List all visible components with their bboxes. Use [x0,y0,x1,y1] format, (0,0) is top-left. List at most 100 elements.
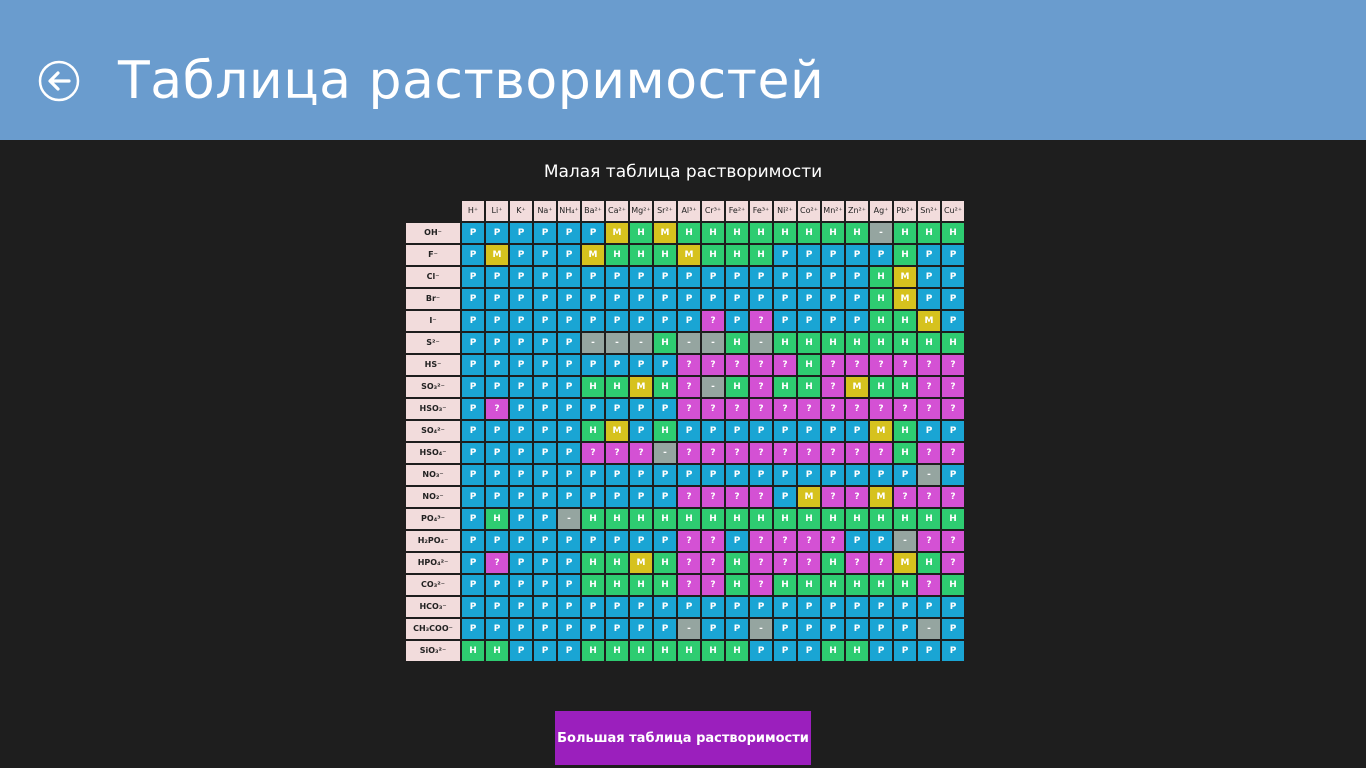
solubility-cell[interactable]: P [557,244,581,266]
solubility-cell[interactable]: - [653,442,677,464]
solubility-cell[interactable]: P [533,486,557,508]
solubility-cell[interactable]: ? [725,398,749,420]
solubility-cell[interactable]: Н [893,442,917,464]
solubility-cell[interactable]: P [941,618,965,640]
solubility-cell[interactable]: P [653,288,677,310]
solubility-cell[interactable]: Н [485,640,509,662]
solubility-cell[interactable]: - [701,376,725,398]
solubility-cell[interactable]: Н [941,574,965,596]
solubility-cell[interactable]: Н [797,354,821,376]
solubility-cell[interactable]: - [629,332,653,354]
solubility-cell[interactable]: P [653,618,677,640]
solubility-cell[interactable]: P [701,266,725,288]
solubility-cell[interactable]: ? [821,376,845,398]
solubility-cell[interactable]: Н [725,222,749,244]
solubility-cell[interactable]: P [749,596,773,618]
solubility-cell[interactable]: P [533,354,557,376]
solubility-cell[interactable]: P [869,640,893,662]
solubility-cell[interactable]: P [557,442,581,464]
solubility-cell[interactable]: P [533,222,557,244]
solubility-cell[interactable]: М [629,376,653,398]
solubility-cell[interactable]: - [917,464,941,486]
solubility-cell[interactable]: ? [845,442,869,464]
solubility-cell[interactable]: ? [845,354,869,376]
solubility-cell[interactable]: P [461,222,485,244]
solubility-cell[interactable]: ? [725,442,749,464]
solubility-cell[interactable]: P [605,486,629,508]
solubility-cell[interactable]: Н [725,574,749,596]
solubility-cell[interactable]: P [893,618,917,640]
solubility-cell[interactable]: Н [845,508,869,530]
solubility-cell[interactable]: Н [773,376,797,398]
solubility-cell[interactable]: ? [917,486,941,508]
solubility-cell[interactable]: P [557,332,581,354]
solubility-cell[interactable]: P [629,420,653,442]
solubility-cell[interactable]: P [941,266,965,288]
solubility-cell[interactable]: Н [869,288,893,310]
solubility-cell[interactable]: P [893,640,917,662]
solubility-cell[interactable]: P [845,244,869,266]
solubility-cell[interactable]: P [845,288,869,310]
solubility-cell[interactable]: ? [917,574,941,596]
solubility-cell[interactable]: Н [629,640,653,662]
solubility-cell[interactable]: P [533,266,557,288]
solubility-cell[interactable]: P [869,596,893,618]
solubility-cell[interactable]: Н [725,332,749,354]
solubility-cell[interactable]: ? [797,530,821,552]
solubility-cell[interactable]: - [557,508,581,530]
solubility-cell[interactable]: М [653,222,677,244]
solubility-cell[interactable]: ? [821,486,845,508]
solubility-cell[interactable]: ? [845,398,869,420]
solubility-cell[interactable]: P [509,486,533,508]
solubility-cell[interactable]: ? [845,552,869,574]
solubility-cell[interactable]: P [533,574,557,596]
solubility-cell[interactable]: Н [749,508,773,530]
solubility-cell[interactable]: Н [893,222,917,244]
solubility-cell[interactable]: P [701,618,725,640]
solubility-cell[interactable]: ? [725,486,749,508]
back-button[interactable] [38,60,80,102]
solubility-cell[interactable]: P [557,310,581,332]
solubility-cell[interactable]: - [677,618,701,640]
solubility-cell[interactable]: P [533,420,557,442]
solubility-cell[interactable]: Н [893,420,917,442]
solubility-cell[interactable]: ? [797,398,821,420]
solubility-cell[interactable]: P [821,310,845,332]
solubility-cell[interactable]: P [557,354,581,376]
solubility-cell[interactable]: P [509,530,533,552]
solubility-cell[interactable]: P [461,442,485,464]
solubility-cell[interactable]: P [485,354,509,376]
solubility-cell[interactable]: ? [605,442,629,464]
solubility-cell[interactable]: Н [797,332,821,354]
solubility-cell[interactable]: P [605,596,629,618]
solubility-cell[interactable]: P [845,464,869,486]
solubility-cell[interactable]: P [557,618,581,640]
solubility-cell[interactable]: P [797,288,821,310]
solubility-cell[interactable]: P [653,464,677,486]
solubility-cell[interactable]: ? [893,486,917,508]
solubility-cell[interactable]: P [773,288,797,310]
solubility-cell[interactable]: P [701,420,725,442]
solubility-cell[interactable]: ? [629,442,653,464]
solubility-cell[interactable]: P [917,244,941,266]
solubility-cell[interactable]: Н [893,244,917,266]
solubility-cell[interactable]: P [581,266,605,288]
solubility-cell[interactable]: P [509,222,533,244]
solubility-cell[interactable]: ? [749,486,773,508]
solubility-cell[interactable]: Н [653,376,677,398]
solubility-cell[interactable]: P [845,420,869,442]
solubility-cell[interactable]: ? [917,354,941,376]
solubility-cell[interactable]: Н [725,508,749,530]
solubility-cell[interactable]: М [893,288,917,310]
solubility-cell[interactable]: P [845,266,869,288]
solubility-cell[interactable]: P [533,640,557,662]
solubility-cell[interactable]: - [701,332,725,354]
solubility-cell[interactable]: Н [941,222,965,244]
solubility-cell[interactable]: ? [749,442,773,464]
solubility-cell[interactable]: Н [725,552,749,574]
solubility-cell[interactable]: P [557,530,581,552]
solubility-cell[interactable]: Н [941,508,965,530]
solubility-cell[interactable]: Н [917,332,941,354]
solubility-cell[interactable]: Н [893,310,917,332]
solubility-cell[interactable]: P [653,398,677,420]
